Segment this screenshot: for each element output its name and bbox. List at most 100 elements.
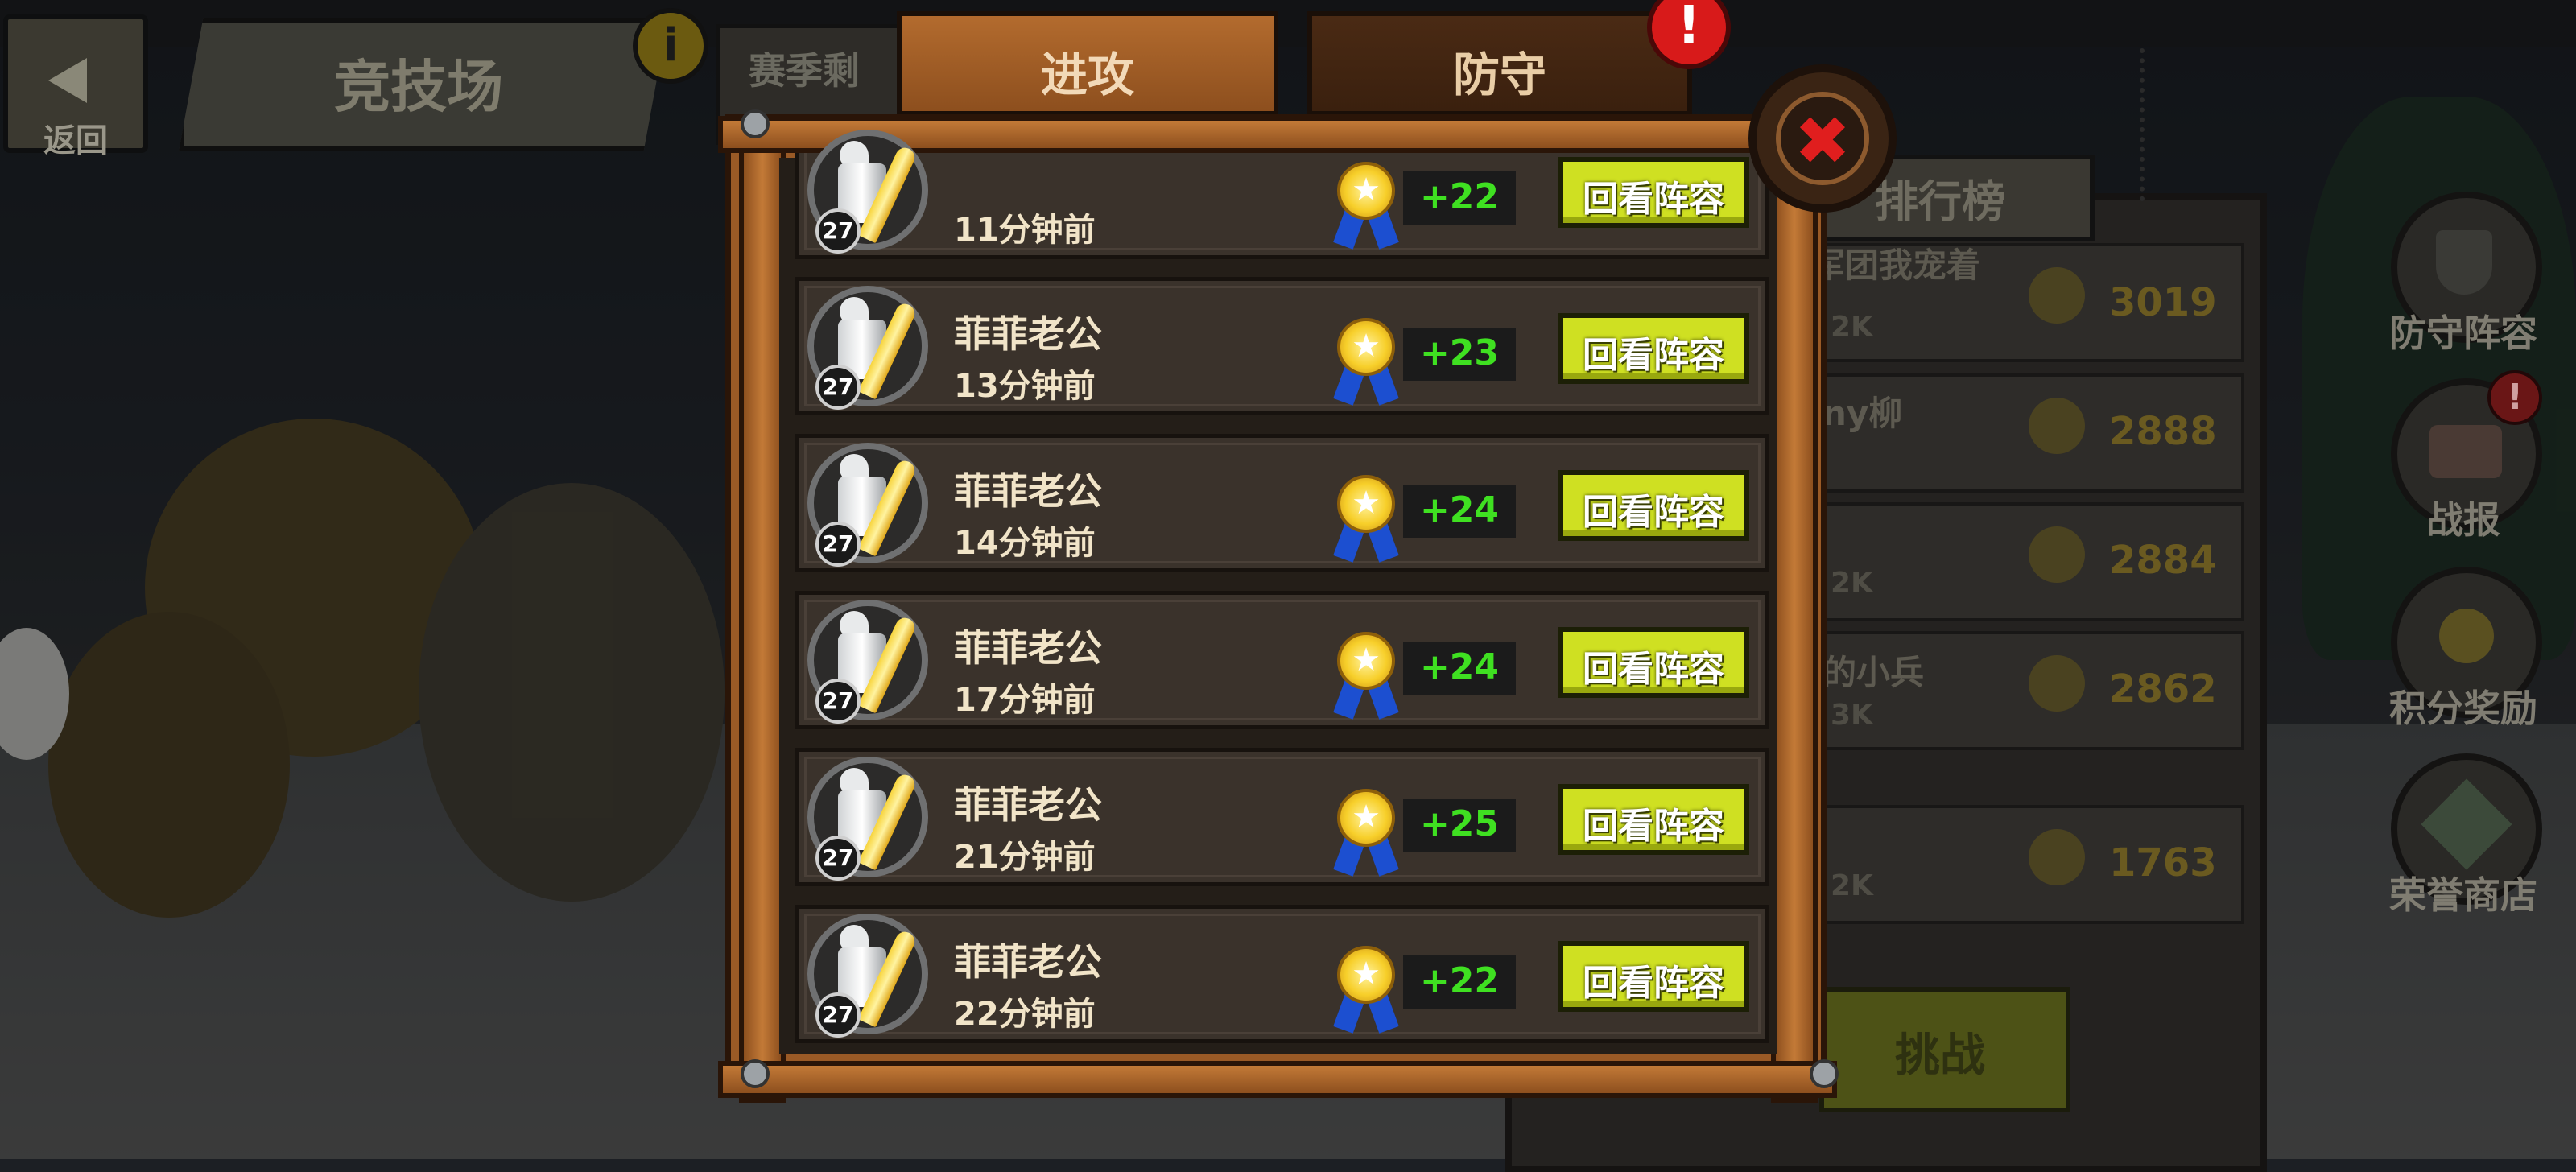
challenge-label: 挑战 [1895, 1030, 1985, 1082]
ranking-row-power: 2K [1831, 869, 1873, 902]
replay-lineup-label: 回看阵容 [1583, 179, 1724, 220]
score-change: +24 [1419, 646, 1500, 687]
replay-lineup-button[interactable]: 回看阵容 [1558, 627, 1749, 698]
replay-lineup-button[interactable]: 回看阵容 [1558, 941, 1749, 1012]
score-change: +22 [1419, 960, 1500, 1001]
back-label: 返回 [43, 122, 108, 159]
list-item: 27 菲菲老公 22分钟前 ★ +22 回看阵容 [795, 905, 1769, 1043]
replay-lineup-label: 回看阵容 [1583, 806, 1724, 847]
nail-icon [741, 109, 770, 138]
ranking-medal-icon [2029, 655, 2085, 712]
medal-icon [2439, 609, 2494, 663]
nail-icon [741, 1059, 770, 1088]
replay-lineup-label: 回看阵容 [1583, 649, 1724, 690]
frame-beam-bottom [718, 1061, 1837, 1098]
avatar: 27 [807, 286, 928, 410]
ranking-row-score: 1763 [2109, 840, 2217, 885]
close-button[interactable]: ✖ [1748, 64, 1897, 213]
battle-time: 21分钟前 [954, 839, 1096, 876]
ranking-row-name: 的小兵 [1823, 653, 1925, 692]
player-name: 菲菲老公 [954, 783, 1102, 827]
replay-lineup-button[interactable]: 回看阵容 [1558, 470, 1749, 541]
level-badge: 27 [815, 365, 861, 410]
level-badge: 27 [815, 679, 861, 724]
replay-lineup-button[interactable]: 回看阵容 [1558, 313, 1749, 384]
list-item: 27 菲菲老公 13分钟前 ★ +23 回看阵容 [795, 277, 1769, 415]
score-change: +22 [1419, 176, 1500, 217]
list-item: 27 菲菲老公 21分钟前 ★ +25 回看阵容 [795, 748, 1769, 886]
score-change: +25 [1419, 803, 1500, 844]
nail-icon [1810, 1059, 1839, 1088]
back-arrow-icon [48, 58, 87, 103]
chain [2140, 48, 2164, 201]
medal-icon: ★ [1331, 318, 1402, 406]
battle-time: 22分钟前 [954, 996, 1096, 1033]
season-label: 赛季剩 [749, 49, 860, 93]
battle-report-alert-icon: ! [2487, 370, 2542, 425]
side-menu-label: 防守阵容 [2389, 312, 2537, 355]
list-item: 27 菲菲老公 17分钟前 ★ +24 回看阵容 [795, 591, 1769, 729]
level-badge: 27 [815, 836, 861, 881]
battle-time: 11分钟前 [954, 212, 1096, 249]
avatar: 27 [807, 600, 928, 724]
medal-icon: ★ [1331, 162, 1402, 250]
replay-lineup-button[interactable]: 回看阵容 [1558, 157, 1749, 228]
player-name: 菲菲老公 [954, 312, 1102, 356]
ranking-row-power: 2K [1831, 567, 1873, 600]
replay-lineup-button[interactable]: 回看阵容 [1558, 784, 1749, 855]
medal-icon: ★ [1331, 475, 1402, 563]
ranking-row-name: ny柳 [1823, 394, 1903, 433]
ranking-row-score: 3019 [2109, 280, 2217, 325]
score-box: +25 [1403, 799, 1516, 852]
avatar: 27 [807, 914, 928, 1038]
ranking-medal-icon [2029, 526, 2085, 583]
back-button[interactable]: 返回 [3, 14, 148, 159]
tab-attack-label: 进攻 [1040, 47, 1134, 102]
shield-icon [2436, 230, 2492, 295]
frame-post-right [1771, 121, 1818, 1103]
ranking-medal-icon [2029, 267, 2085, 324]
medal-icon: ★ [1331, 946, 1402, 1034]
player-name: 菲菲老公 [954, 626, 1102, 670]
battle-time: 13分钟前 [954, 368, 1096, 405]
medal-icon: ★ [1331, 789, 1402, 877]
info-icon[interactable]: i [633, 8, 708, 84]
ranking-row-name: 军团我宠着 [1811, 246, 1981, 285]
level-badge: 27 [815, 522, 861, 567]
ranking-row-power: 3K [1831, 699, 1873, 732]
score-change: +24 [1419, 489, 1500, 530]
tab-attack[interactable]: 进攻 [897, 11, 1278, 116]
replay-lineup-label: 回看阵容 [1583, 335, 1724, 376]
medal-icon: ★ [1331, 632, 1402, 720]
tab-defend-label: 防守 [1452, 47, 1546, 102]
avatar: 27 [807, 757, 928, 881]
player-name: 菲菲老公 [954, 940, 1102, 984]
score-box: +24 [1403, 485, 1516, 538]
close-button-inner: ✖ [1776, 92, 1869, 185]
gem-icon [2421, 778, 2512, 870]
score-box: +23 [1403, 328, 1516, 381]
avatar: 27 [807, 130, 928, 254]
close-icon: ✖ [1794, 101, 1852, 180]
avatar: 27 [807, 443, 928, 567]
side-menu-label: 战报 [2426, 498, 2500, 542]
battle-time: 14分钟前 [954, 525, 1096, 562]
level-badge: 27 [815, 208, 861, 254]
score-box: +24 [1403, 642, 1516, 695]
scroll-icon [2429, 425, 2502, 478]
ranking-row-score: 2862 [2109, 666, 2217, 712]
replay-lineup-label: 回看阵容 [1583, 963, 1724, 1004]
player-name: 菲菲老公 [954, 469, 1102, 513]
side-menu-label: 积分奖励 [2389, 687, 2537, 730]
score-box: +22 [1403, 171, 1516, 225]
battle-time: 17分钟前 [954, 682, 1096, 719]
list-item: 27 菲菲老公 14分钟前 ★ +24 回看阵容 [795, 434, 1769, 572]
tab-defend[interactable]: 防守 [1307, 11, 1692, 116]
page-title: 竞技场 [334, 54, 503, 120]
ranking-medal-icon [2029, 398, 2085, 454]
level-badge: 27 [815, 992, 861, 1038]
ranking-row-score: 2884 [2109, 538, 2217, 583]
score-change: +23 [1419, 332, 1500, 373]
ranking-row-power: 2K [1831, 311, 1873, 344]
score-box: +22 [1403, 955, 1516, 1009]
